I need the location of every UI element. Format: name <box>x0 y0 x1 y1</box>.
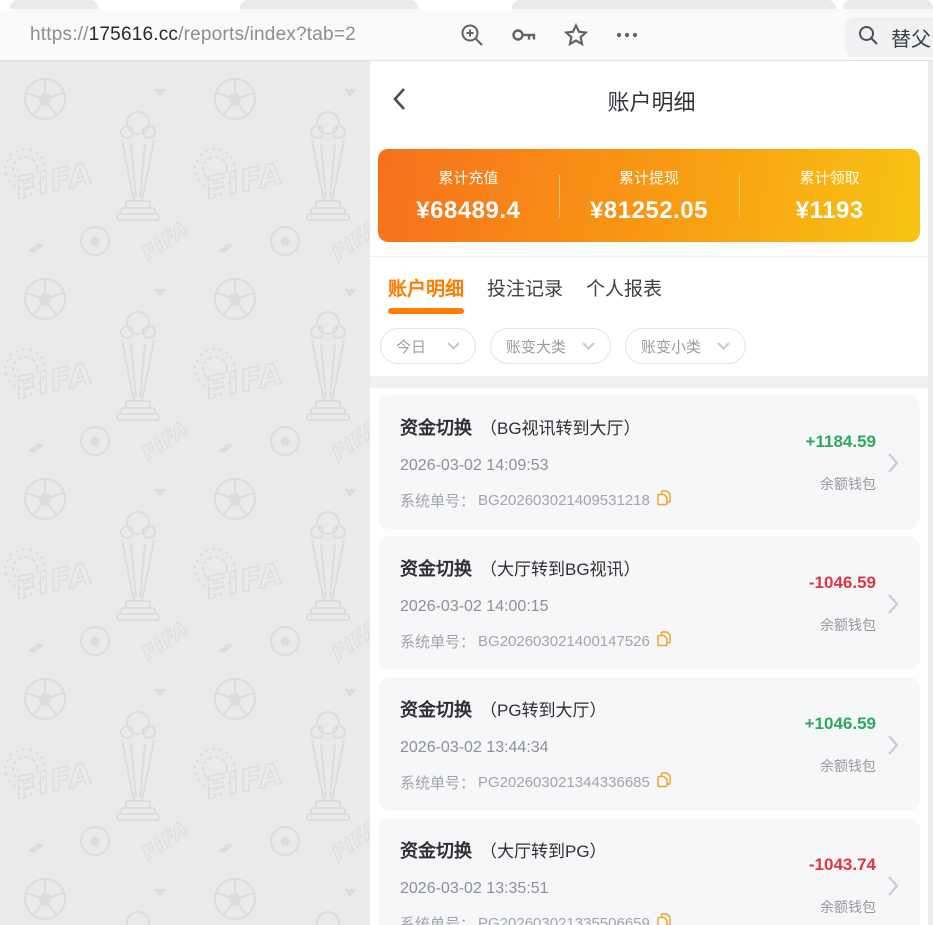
search-icon <box>857 24 879 51</box>
browser-tab[interactable] <box>512 0 836 9</box>
filter-label: 账变大类 <box>506 336 566 357</box>
transaction-subtitle: （BG视讯转到大厅） <box>480 414 641 439</box>
search-query-text: 替父 <box>891 23 931 52</box>
copy-icon[interactable] <box>657 631 671 652</box>
fifa-pattern-graphic: FIFA FIFA <box>0 61 370 925</box>
filter-minor-category[interactable]: 账变小类 <box>625 328 746 364</box>
transaction-card[interactable]: 资金切换 （BG视讯转到大厅） 2026-03-02 14:09:53 系统单号… <box>378 395 920 529</box>
chevron-right-icon[interactable] <box>876 555 910 652</box>
zoom-icon[interactable] <box>459 22 485 48</box>
tab-personal-report[interactable]: 个人报表 <box>586 274 662 314</box>
page-title: 账户明细 <box>370 85 933 117</box>
browser-tab[interactable] <box>843 0 933 9</box>
tab-bet-records[interactable]: 投注记录 <box>487 274 563 314</box>
chevron-down-icon <box>717 342 730 350</box>
transaction-card[interactable]: 资金切换 （PG转到大厅） 2026-03-02 13:44:34 系统单号： … <box>378 677 920 811</box>
amount: +1046.59 <box>805 714 876 734</box>
order-number: PG202603021335506659 <box>478 915 650 925</box>
transaction-subtitle: （大厅转到BG视讯） <box>480 555 641 580</box>
page-scrollbar[interactable] <box>928 61 933 925</box>
wallet-type: 余额钱包 <box>820 615 876 635</box>
chevron-down-icon <box>582 342 595 350</box>
transaction-card[interactable]: 资金切换 （大厅转到PG） 2026-03-02 13:35:51 系统单号： … <box>378 818 920 925</box>
app-content: 账户明细 累计充值 ¥68489.4 累计提现 ¥81252.05 累计领取 ¥… <box>370 61 933 925</box>
address-bar[interactable]: https://175616.cc/reports/index?tab=2 <box>30 9 356 61</box>
copy-icon[interactable] <box>657 490 671 511</box>
filter-date[interactable]: 今日 <box>380 328 476 364</box>
transaction-datetime: 2026-03-02 14:00:15 <box>400 598 718 616</box>
filter-label: 今日 <box>396 336 426 357</box>
order-number-label: 系统单号： <box>400 490 475 511</box>
stats-section: 累计充值 ¥68489.4 累计提现 ¥81252.05 累计领取 ¥1193 <box>370 135 933 257</box>
browser-tab[interactable] <box>10 0 98 9</box>
fifa-watermark-background: FIFA FIFA <box>0 61 370 925</box>
copy-icon[interactable] <box>657 772 671 793</box>
transaction-datetime: 2026-03-02 14:09:53 <box>400 457 718 475</box>
chevron-down-icon <box>447 342 460 350</box>
transaction-title: 资金切换 <box>400 555 472 581</box>
order-number-label: 系统单号： <box>400 631 475 652</box>
transaction-list: 资金切换 （BG视讯转到大厅） 2026-03-02 14:09:53 系统单号… <box>370 388 933 925</box>
tab-account-detail[interactable]: 账户明细 <box>388 274 464 314</box>
stat-value: ¥68489.4 <box>378 197 559 225</box>
order-number: BG202603021400147526 <box>478 633 650 650</box>
wallet-type: 余额钱包 <box>820 756 876 776</box>
transaction-card[interactable]: 资金切换 （大厅转到BG视讯） 2026-03-02 14:00:15 系统单号… <box>378 536 920 670</box>
filter-label: 账变小类 <box>641 336 701 357</box>
chevron-right-icon[interactable] <box>876 414 910 511</box>
stat-label: 累计提现 <box>559 167 740 188</box>
stat-total-withdraw: 累计提现 ¥81252.05 <box>559 167 740 225</box>
bookmark-star-icon[interactable] <box>563 22 589 48</box>
wallet-type: 余额钱包 <box>820 897 876 917</box>
browser-toolbar: https://175616.cc/reports/index?tab=2 <box>0 9 933 61</box>
stat-value: ¥81252.05 <box>559 197 740 225</box>
transaction-subtitle: （PG转到大厅） <box>480 696 607 721</box>
chevron-right-icon[interactable] <box>876 696 910 793</box>
order-number: BG202603021409531218 <box>478 492 650 509</box>
amount: -1043.74 <box>809 855 876 875</box>
stat-total-deposit: 累计充值 ¥68489.4 <box>378 167 559 225</box>
transaction-title: 资金切换 <box>400 414 472 440</box>
section-divider <box>370 376 933 388</box>
order-number: PG202603021344336685 <box>478 774 650 791</box>
wallet-type: 余额钱包 <box>820 474 876 494</box>
transaction-datetime: 2026-03-02 13:35:51 <box>400 880 718 898</box>
order-number-label: 系统单号： <box>400 772 475 793</box>
amount: +1184.59 <box>806 432 876 452</box>
stats-card: 累计充值 ¥68489.4 累计提现 ¥81252.05 累计领取 ¥1193 <box>378 149 920 242</box>
order-number-label: 系统单号： <box>400 913 475 925</box>
stat-label: 累计领取 <box>739 167 920 188</box>
app-header: 账户明细 <box>370 61 933 135</box>
filter-row: 今日 账变大类 账变小类 <box>370 314 933 376</box>
browser-tab-strip <box>0 0 933 9</box>
key-icon[interactable] <box>510 22 538 48</box>
transaction-title: 资金切换 <box>400 837 472 863</box>
stat-total-claimed: 累计领取 ¥1193 <box>739 167 920 225</box>
browser-tab[interactable] <box>240 0 418 9</box>
transaction-title: 资金切换 <box>400 696 472 722</box>
menu-ellipsis-icon[interactable] <box>614 22 640 48</box>
screenshot-root: https://175616.cc/reports/index?tab=2 <box>0 0 933 925</box>
stat-value: ¥1193 <box>739 197 920 225</box>
url-domain: 175616.cc <box>89 24 178 46</box>
amount: -1046.59 <box>809 573 876 593</box>
transaction-subtitle: （大厅转到PG） <box>480 837 607 862</box>
filter-major-category[interactable]: 账变大类 <box>490 328 611 364</box>
copy-icon[interactable] <box>657 913 671 925</box>
transaction-datetime: 2026-03-02 13:44:34 <box>400 739 718 757</box>
stat-label: 累计充值 <box>378 167 559 188</box>
browser-search-box[interactable]: 替父 <box>845 17 933 57</box>
chevron-right-icon[interactable] <box>876 837 910 925</box>
url-path: /reports/index?tab=2 <box>178 24 356 46</box>
url-protocol: https:// <box>30 24 89 46</box>
report-tabs: 账户明细 投注记录 个人报表 <box>370 257 933 314</box>
